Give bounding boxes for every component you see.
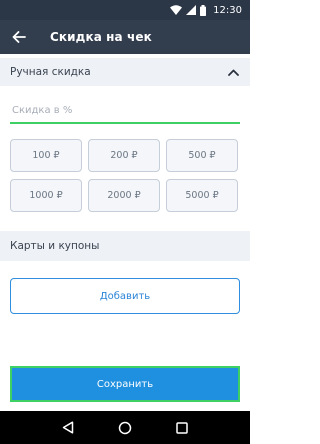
cards-coupons-title: Карты и купоны: [10, 240, 100, 252]
page-title: Скидка на чек: [50, 30, 152, 44]
home-circle-icon[interactable]: [117, 420, 133, 436]
preset-button-100[interactable]: 100 ₽: [10, 139, 82, 172]
add-card-button[interactable]: Добавить: [10, 278, 240, 314]
save-button[interactable]: Сохранить: [10, 366, 240, 402]
manual-discount-header[interactable]: Ручная скидка: [0, 58, 250, 86]
preset-button-200[interactable]: 200 ₽: [88, 139, 160, 172]
navigation-bar: [0, 411, 250, 444]
recents-square-icon[interactable]: [174, 420, 190, 436]
preset-button-5000[interactable]: 5000 ₽: [166, 179, 238, 212]
back-triangle-icon[interactable]: [60, 420, 76, 436]
status-bar: 12:30: [0, 0, 250, 20]
discount-percent-field: [10, 98, 240, 124]
status-time: 12:30: [213, 4, 242, 16]
preset-amounts-grid: 100 ₽ 200 ₽ 500 ₽ 1000 ₽ 2000 ₽ 5000 ₽: [10, 139, 239, 212]
battery-icon: [200, 4, 207, 16]
wifi-icon: [170, 5, 183, 15]
preset-button-1000[interactable]: 1000 ₽: [10, 179, 82, 212]
preset-button-500[interactable]: 500 ₽: [166, 139, 238, 172]
signal-icon: [186, 5, 197, 15]
discount-percent-input[interactable]: [10, 99, 240, 122]
manual-discount-title: Ручная скидка: [10, 66, 91, 78]
chevron-up-icon[interactable]: [227, 66, 239, 78]
cards-coupons-header: Карты и купоны: [0, 231, 250, 261]
arrow-back-icon[interactable]: [10, 28, 28, 46]
app-bar: Скидка на чек: [0, 20, 250, 54]
preset-button-2000[interactable]: 2000 ₽: [88, 179, 160, 212]
